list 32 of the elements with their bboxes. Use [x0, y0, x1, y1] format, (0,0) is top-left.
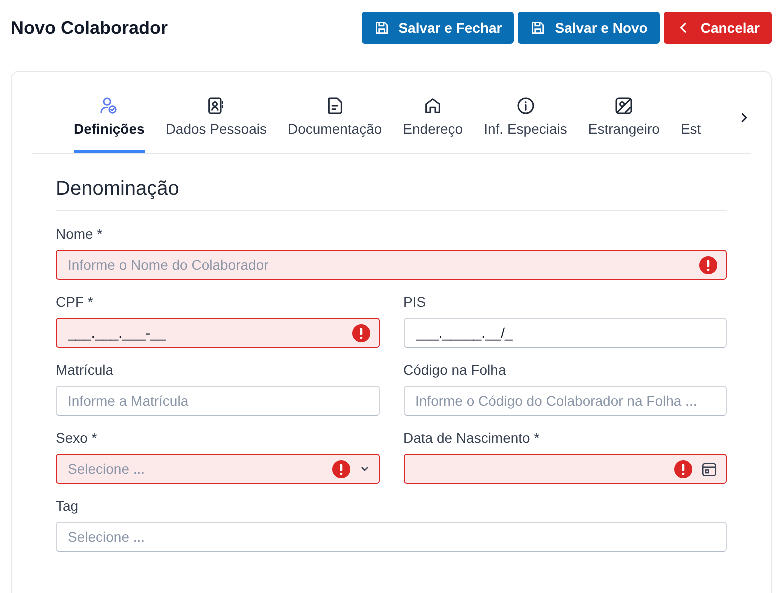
field-label: CPF * — [56, 294, 94, 311]
field-label: Tag — [56, 498, 79, 515]
user-check-icon — [99, 96, 120, 116]
input-field[interactable]: ___._____.__/_ — [404, 318, 727, 348]
tab[interactable]: Est — [680, 88, 702, 153]
error-icon — [352, 324, 370, 342]
error-icon — [332, 460, 350, 478]
house-icon — [423, 96, 444, 116]
tab[interactable]: Inf. Especiais — [484, 88, 568, 153]
tab[interactable]: Endereço — [403, 88, 464, 153]
field-label: Nome * — [56, 226, 103, 243]
save-button[interactable]: Salvar e Fechar — [362, 12, 514, 44]
contact-card-icon — [206, 96, 226, 116]
error-icon — [674, 460, 693, 478]
field-label: Data de Nascimento * — [404, 430, 540, 447]
cancel-button[interactable]: Cancelar — [664, 12, 772, 44]
tab[interactable]: Documentação — [288, 88, 382, 153]
field-label: Código na Folha — [404, 362, 506, 379]
info-icon — [516, 96, 536, 116]
tab[interactable]: Definições — [74, 88, 145, 153]
input-field[interactable]: ___.___.___-__ — [56, 318, 380, 348]
field-label: Matrícula — [56, 362, 114, 379]
tab[interactable]: Dados Pessoais — [166, 88, 267, 153]
date-field[interactable] — [404, 454, 727, 484]
section-title: Denominação — [56, 178, 727, 211]
save-button[interactable]: Salvar e Novo — [518, 12, 660, 44]
field-label: PIS — [404, 294, 426, 311]
tab[interactable]: Estrangeiro — [588, 88, 660, 153]
calendar-icon[interactable] — [701, 460, 718, 478]
field-label: Sexo * — [56, 430, 98, 447]
page-title: Novo Colaborador — [11, 18, 168, 38]
error-icon — [699, 256, 718, 274]
